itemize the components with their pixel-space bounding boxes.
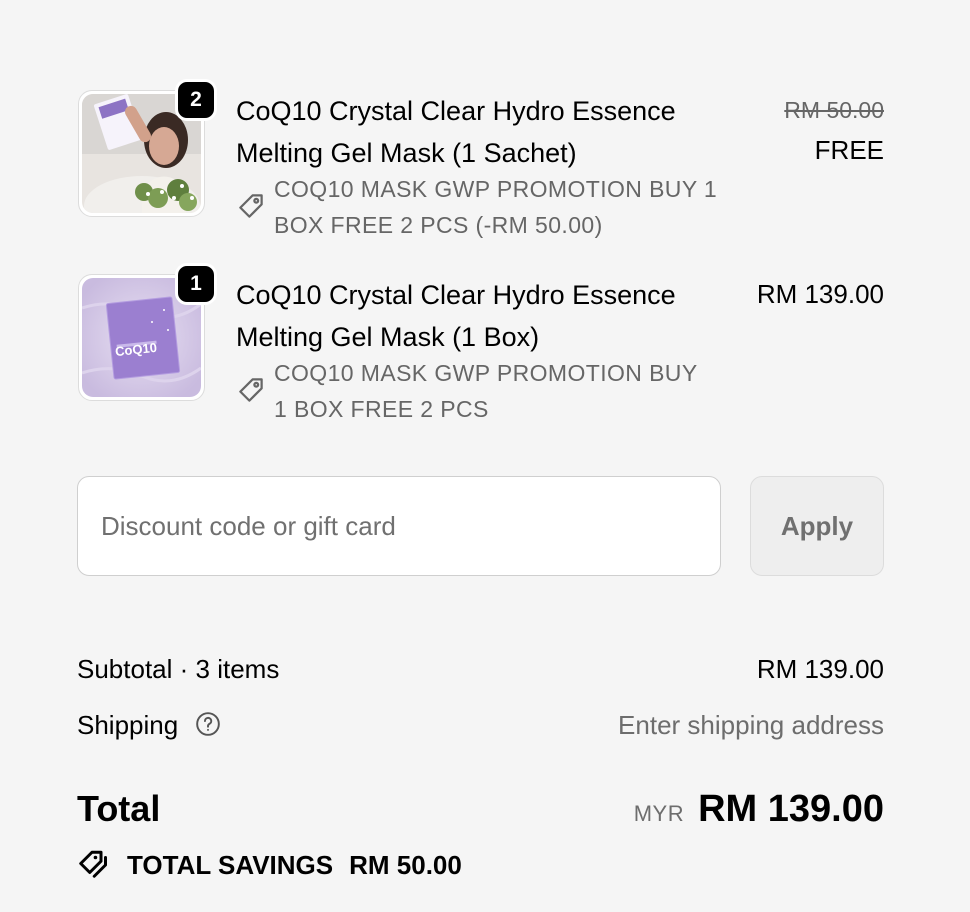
- help-circle-icon[interactable]: [195, 711, 221, 737]
- tag-icon: [239, 378, 263, 402]
- subtotal-value: RM 139.00: [756, 653, 884, 684]
- total-savings: TOTAL SAVINGS RM 50.00: [77, 847, 462, 883]
- savings-value: RM 50.00: [349, 849, 462, 880]
- savings-label: TOTAL SAVINGS: [127, 849, 334, 880]
- discount-code-input[interactable]: [77, 476, 721, 576]
- currency-code: MYR: [633, 800, 685, 826]
- shipping-label-group: Shipping: [77, 710, 221, 741]
- shipping-label: Shipping: [77, 709, 179, 740]
- tags-icon: [79, 850, 107, 878]
- quantity-badge: 1: [175, 263, 217, 305]
- discount-text: COQ10 MASK GWP PROMOTION BUY 1 BOX FREE …: [274, 176, 718, 238]
- tag-icon: [239, 194, 263, 218]
- final-price: FREE: [814, 135, 884, 165]
- original-price: RM 50.00: [784, 97, 884, 123]
- total-value-group: MYR RM 139.00: [634, 788, 884, 831]
- quantity-badge: 2: [175, 79, 217, 121]
- total-value: RM 139.00: [698, 787, 884, 830]
- subtotal-row: Subtotal · 3 items RM 139.00: [77, 650, 884, 688]
- apply-button[interactable]: Apply: [750, 476, 884, 576]
- discount-text: COQ10 MASK GWP PROMOTION BUY 1 BOX FREE …: [274, 360, 698, 422]
- product-title: CoQ10 Crystal Clear Hydro Essence Meltin…: [236, 96, 676, 168]
- product-title: CoQ10 Crystal Clear Hydro Essence Meltin…: [236, 280, 676, 352]
- price-column: RM 139.00: [757, 274, 884, 314]
- price-column: RM 50.00 FREE: [784, 90, 884, 170]
- shipping-value: Enter shipping address: [618, 709, 884, 740]
- total-label: Total: [77, 788, 161, 829]
- shipping-row: Shipping Enter shipping address: [77, 706, 884, 744]
- total-row: Total MYR RM 139.00: [77, 784, 884, 834]
- subtotal-label: Subtotal · 3 items: [77, 653, 280, 684]
- final-price: RM 139.00: [756, 279, 884, 309]
